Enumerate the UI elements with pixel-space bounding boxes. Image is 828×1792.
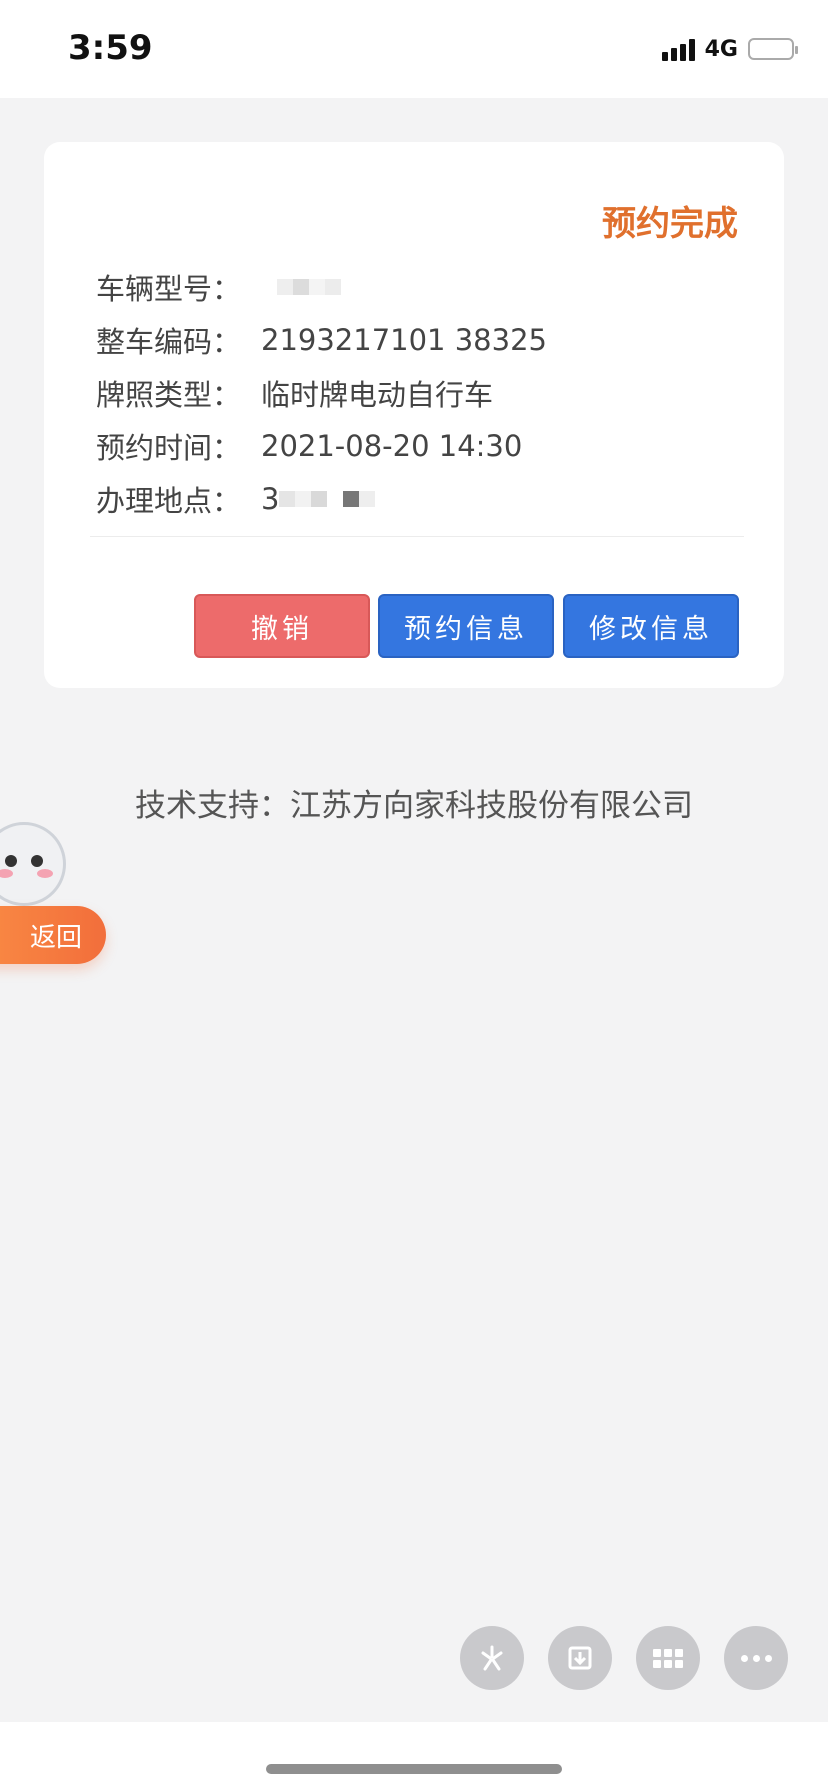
- home-indicator[interactable]: [266, 1764, 562, 1774]
- info-label: 预约时间：: [96, 430, 242, 465]
- info-value: 2193217101 38325: [261, 322, 547, 357]
- appointment-status: 预约完成: [602, 204, 738, 244]
- info-row-location: 办理地点： 3: [96, 472, 547, 525]
- grid-icon[interactable]: [636, 1626, 700, 1690]
- info-row-plate-type: 牌照类型： 临时牌电动自行车: [96, 366, 547, 419]
- info-row-vehicle-model: 车辆型号：: [96, 260, 547, 313]
- signal-icon: [661, 37, 695, 61]
- battery-icon: [748, 38, 798, 60]
- status-indicators: 4G: [661, 34, 798, 64]
- info-label: 整车编码：: [96, 324, 242, 359]
- info-label: 办理地点：: [96, 483, 242, 518]
- appointment-card: 预约完成 车辆型号： 整车编码： 2193217101 38325 牌照类型： …: [44, 142, 784, 688]
- booking-info-button[interactable]: 预约信息: [378, 594, 554, 658]
- redacted-mosaic: [261, 278, 357, 295]
- redacted-mosaic: [279, 490, 376, 507]
- info-label: 车辆型号：: [96, 271, 242, 306]
- back-button[interactable]: 返回: [0, 906, 106, 964]
- info-row-vin: 整车编码： 2193217101 38325: [96, 313, 547, 366]
- divider: [90, 536, 744, 537]
- network-label: 4G: [704, 36, 738, 62]
- download-icon[interactable]: [548, 1626, 612, 1690]
- mascot-icon[interactable]: [0, 822, 66, 906]
- status-bar: 3:59 4G: [0, 0, 828, 98]
- cancel-button[interactable]: 撤销: [194, 594, 370, 658]
- more-icon[interactable]: [724, 1626, 788, 1690]
- info-list: 车辆型号： 整车编码： 2193217101 38325 牌照类型： 临时牌电动…: [96, 260, 547, 525]
- info-label: 牌照类型：: [96, 377, 242, 412]
- info-row-appointment-time: 预约时间： 2021-08-20 14:30: [96, 419, 547, 472]
- info-value: 2021-08-20 14:30: [261, 428, 523, 463]
- bottom-safe-area: [0, 1722, 828, 1792]
- tech-support-text: 技术支持：江苏方向家科技股份有限公司: [135, 788, 693, 824]
- status-time: 3:59: [68, 28, 153, 68]
- edit-info-button[interactable]: 修改信息: [563, 594, 739, 658]
- info-value: 3: [261, 481, 280, 516]
- sparkle-icon[interactable]: [460, 1626, 524, 1690]
- info-value: 临时牌电动自行车: [261, 377, 494, 412]
